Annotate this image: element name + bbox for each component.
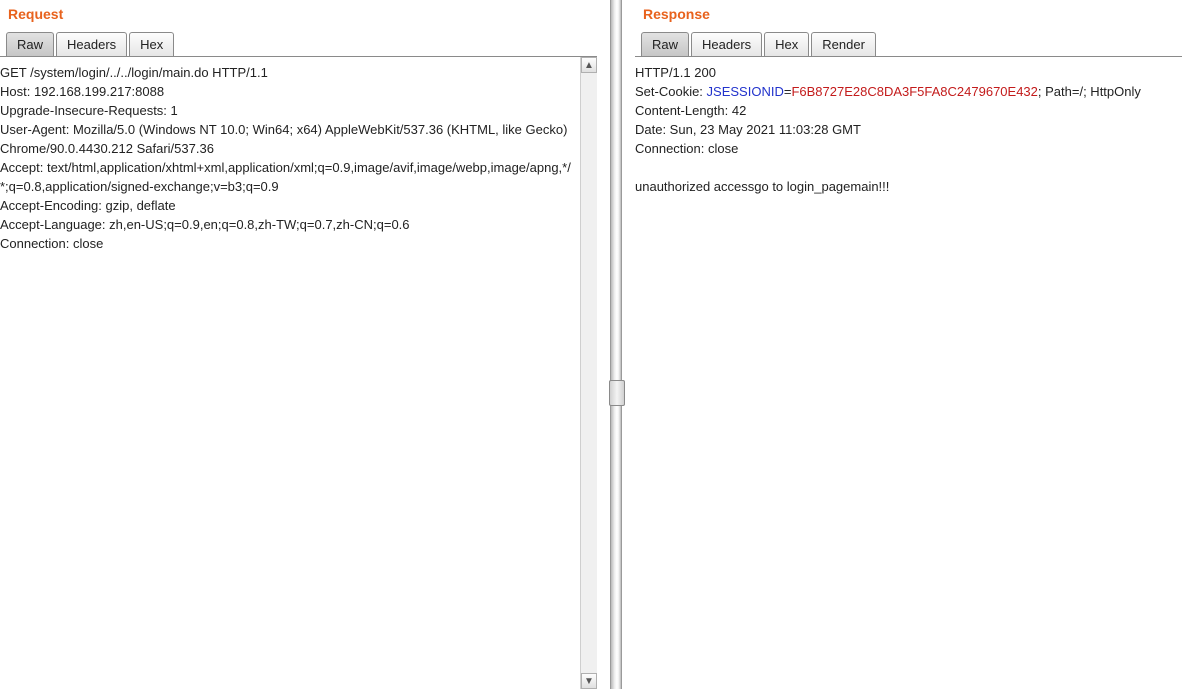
request-line: Connection: close — [0, 234, 579, 253]
tab-response-hex[interactable]: Hex — [764, 32, 809, 56]
response-date: Date: Sun, 23 May 2021 11:03:28 GMT — [635, 120, 1180, 139]
request-line: GET /system/login/../../login/main.do HT… — [0, 63, 579, 82]
request-line: Accept-Language: zh,en-US;q=0.9,en;q=0.8… — [0, 215, 579, 234]
request-line: User-Agent: Mozilla/5.0 (Windows NT 10.0… — [0, 120, 579, 158]
scroll-down-icon[interactable]: ▼ — [581, 673, 597, 689]
request-line: Upgrade-Insecure-Requests: 1 — [0, 101, 579, 120]
split-container: Request Raw Headers Hex GET /system/logi… — [0, 0, 1182, 689]
tab-request-hex[interactable]: Hex — [129, 32, 174, 56]
response-set-cookie-line: Set-Cookie: JSESSIONID=F6B8727E28C8DA3F5… — [635, 82, 1180, 101]
request-line: Host: 192.168.199.217:8088 — [0, 82, 579, 101]
response-pane: Response Raw Headers Hex Render HTTP/1.1… — [635, 0, 1182, 689]
request-line: Accept-Encoding: gzip, deflate — [0, 196, 579, 215]
request-scrollbar[interactable]: ▲ ▼ — [580, 57, 597, 689]
response-body: unauthorized accessgo to login_pagemain!… — [635, 177, 1180, 196]
cookie-name[interactable]: JSESSIONID — [707, 84, 784, 99]
tab-response-headers[interactable]: Headers — [691, 32, 762, 56]
request-pane: Request Raw Headers Hex GET /system/logi… — [0, 0, 597, 689]
response-blank-line — [635, 158, 1180, 177]
response-content-area: HTTP/1.1 200 Set-Cookie: JSESSIONID=F6B8… — [635, 57, 1182, 689]
tab-request-raw[interactable]: Raw — [6, 32, 54, 56]
response-content-length: Content-Length: 42 — [635, 101, 1180, 120]
request-title: Request — [0, 0, 597, 28]
tab-response-raw[interactable]: Raw — [641, 32, 689, 56]
request-raw-text[interactable]: GET /system/login/../../login/main.do HT… — [0, 57, 597, 259]
cookie-suffix: ; Path=/; HttpOnly — [1038, 84, 1141, 99]
request-content-area: GET /system/login/../../login/main.do HT… — [0, 57, 597, 689]
scroll-up-icon[interactable]: ▲ — [581, 57, 597, 73]
response-title: Response — [635, 0, 1182, 28]
cookie-value[interactable]: F6B8727E28C8DA3F5FA8C2479670E432 — [791, 84, 1037, 99]
set-cookie-label: Set-Cookie: — [635, 84, 707, 99]
splitter-grip-icon[interactable] — [609, 380, 625, 406]
request-line: Accept: text/html,application/xhtml+xml,… — [0, 158, 579, 196]
pane-splitter[interactable] — [597, 0, 635, 689]
request-tabs: Raw Headers Hex — [0, 28, 597, 57]
tab-response-render[interactable]: Render — [811, 32, 876, 56]
response-tabs: Raw Headers Hex Render — [635, 28, 1182, 57]
response-status-line: HTTP/1.1 200 — [635, 63, 1180, 82]
response-connection: Connection: close — [635, 139, 1180, 158]
tab-request-headers[interactable]: Headers — [56, 32, 127, 56]
response-raw-text[interactable]: HTTP/1.1 200 Set-Cookie: JSESSIONID=F6B8… — [635, 57, 1182, 202]
